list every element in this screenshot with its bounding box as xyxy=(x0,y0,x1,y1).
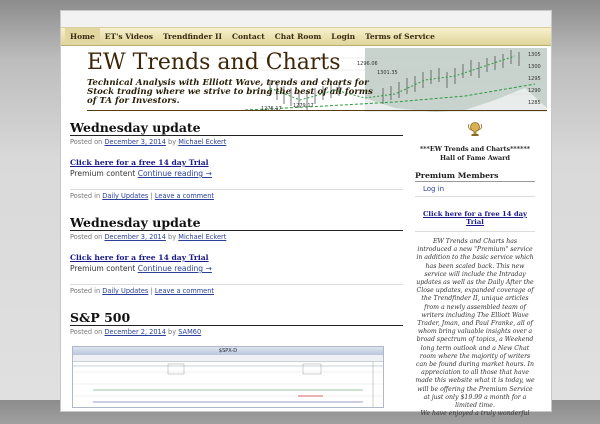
post-date-link[interactable]: December 2, 2014 xyxy=(104,328,165,336)
chart-annotation: 1276.17 xyxy=(261,106,282,112)
promo-paragraph-tail: We have enjoyed a truly wonderful xyxy=(420,410,530,418)
nav-contact[interactable]: Contact xyxy=(227,28,270,45)
post: S&P 500 Posted on December 2, 2014 by SA… xyxy=(70,311,403,408)
posted-in-label: Posted in xyxy=(70,287,101,295)
premium-content-label: Premium content xyxy=(70,264,136,273)
category-link[interactable]: Daily Updates xyxy=(102,192,148,200)
leave-comment-link[interactable]: Leave a comment xyxy=(155,287,214,295)
posted-in-label: Posted in xyxy=(70,192,101,200)
posted-on-label: Posted on xyxy=(70,328,103,336)
nav-chat-room[interactable]: Chat Room xyxy=(270,28,327,45)
post-author-link[interactable]: SAM60 xyxy=(178,328,201,336)
post-date-link[interactable]: December 3, 2014 xyxy=(104,138,165,146)
post-footer: Posted in Daily Updates | Leave a commen… xyxy=(70,189,403,200)
by-label: by xyxy=(168,138,177,146)
post-title[interactable]: S&P 500 xyxy=(70,311,403,326)
posted-on-label: Posted on xyxy=(70,233,103,241)
post: Wednesday update Posted on December 3, 2… xyxy=(70,121,403,200)
post-meta: Posted on December 2, 2014 by SAM60 xyxy=(70,328,403,336)
nav-home[interactable]: Home xyxy=(65,28,100,45)
premium-members-heading: Premium Members xyxy=(415,171,535,182)
main-navigation: Home ET's Videos Trendfinder II Contact … xyxy=(61,27,551,46)
free-trial-link[interactable]: Click here for a free 14 day Trial xyxy=(70,253,403,262)
top-bar xyxy=(61,11,551,27)
site-title[interactable]: EW Trends and Charts xyxy=(87,50,341,75)
chart-preview xyxy=(73,362,383,407)
chart-window-title: $SPX-D xyxy=(218,348,238,354)
header-divider xyxy=(87,110,547,111)
chart-toolbar xyxy=(73,355,383,362)
award-title: ***EW Trends and Charts****** xyxy=(419,145,531,153)
post-meta: Posted on December 3, 2014 by Michael Ec… xyxy=(70,138,403,146)
chart-price-label: 1285 xyxy=(528,100,541,106)
continue-reading-link[interactable]: Continue reading → xyxy=(138,264,212,273)
nav-terms-of-service[interactable]: Terms of Service xyxy=(360,28,440,45)
post-meta: Posted on December 3, 2014 by Michael Ec… xyxy=(70,233,403,241)
main-content: Wednesday update Posted on December 3, 2… xyxy=(70,121,403,424)
sidebar-free-trial-link[interactable]: Click here for a free 14 day Trial xyxy=(415,210,535,232)
post-excerpt: Premium content Continue reading → xyxy=(70,264,403,273)
nav-ets-videos[interactable]: ET's Videos xyxy=(100,28,158,45)
chart-annotation: 1296.06 xyxy=(357,61,378,67)
post-chart-image[interactable]: $SPX-D xyxy=(72,346,384,408)
post-title[interactable]: Wednesday update xyxy=(70,121,403,136)
leave-comment-link[interactable]: Leave a comment xyxy=(155,192,214,200)
chart-price-label: 1300 xyxy=(528,64,541,70)
post: Wednesday update Posted on December 3, 2… xyxy=(70,216,403,295)
premium-content-label: Premium content xyxy=(70,169,136,178)
category-link[interactable]: Daily Updates xyxy=(102,287,148,295)
sidebar: ***EW Trends and Charts****** Hall of Fa… xyxy=(415,121,535,418)
post-date-link[interactable]: December 3, 2014 xyxy=(104,233,165,241)
nav-trendfinder[interactable]: Trendfinder II xyxy=(158,28,227,45)
login-link[interactable]: Log in xyxy=(415,182,535,197)
trophy-icon xyxy=(468,122,482,136)
chart-price-label: 1295 xyxy=(528,76,541,82)
premium-promo-text: EW Trends and Charts has introduced a ne… xyxy=(415,238,535,418)
promo-paragraph: EW Trends and Charts has introduced a ne… xyxy=(415,238,535,410)
post-footer: Posted in Daily Updates | Leave a commen… xyxy=(70,284,403,295)
by-label: by xyxy=(168,233,177,241)
post-author-link[interactable]: Michael Eckert xyxy=(178,233,226,241)
nav-login[interactable]: Login xyxy=(326,28,360,45)
chart-window-titlebar: $SPX-D xyxy=(73,347,383,355)
separator: | xyxy=(150,287,153,295)
page-wrapper: Home ET's Videos Trendfinder II Contact … xyxy=(60,10,552,417)
chart-price-label: 1290 xyxy=(528,88,541,94)
continue-reading-link[interactable]: Continue reading → xyxy=(138,169,212,178)
site-header: 1305 1300 1295 1290 1285 1296.06 1301.35… xyxy=(65,48,547,112)
by-label: by xyxy=(168,328,177,336)
post-excerpt: Premium content Continue reading → xyxy=(70,169,403,178)
chart-annotation: 1301.35 xyxy=(377,70,398,76)
post-author-link[interactable]: Michael Eckert xyxy=(178,138,226,146)
separator: | xyxy=(150,192,153,200)
chart-price-label: 1305 xyxy=(528,52,541,58)
site-description: Technical Analysis with Elliott Wave, tr… xyxy=(87,78,373,107)
posted-on-label: Posted on xyxy=(70,138,103,146)
award-subtitle: Hall of Fame Award xyxy=(439,154,511,162)
free-trial-link[interactable]: Click here for a free 14 day Trial xyxy=(70,158,403,167)
post-title[interactable]: Wednesday update xyxy=(70,216,403,231)
